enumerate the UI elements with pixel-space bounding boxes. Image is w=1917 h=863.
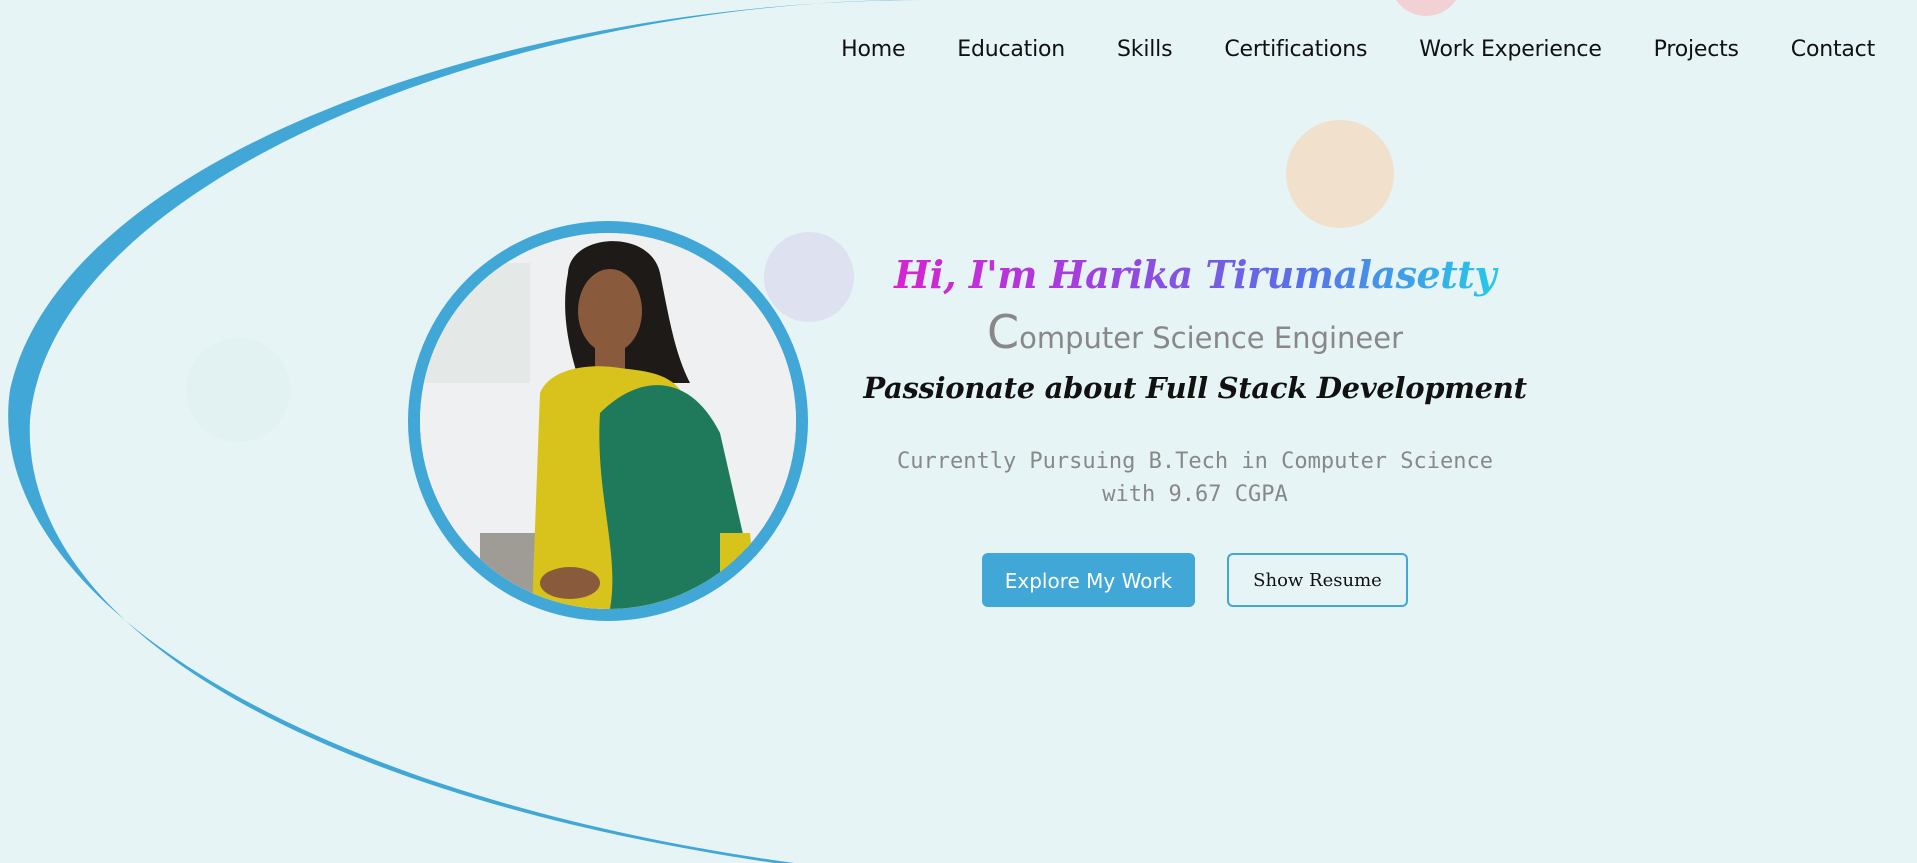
nav-item-home[interactable]: Home	[841, 36, 905, 64]
bubble-lavender	[764, 232, 854, 322]
top-navigation: Home Education Skills Certifications Wor…	[841, 36, 1875, 64]
hero-section: Hi, I'm Harika Tirumalasetty Computer Sc…	[860, 240, 1530, 607]
role-title-initial: C	[986, 305, 1020, 359]
nav-item-work-experience[interactable]: Work Experience	[1419, 36, 1602, 64]
role-title-rest: omputer Science Engineer	[1019, 321, 1404, 355]
nav-item-projects[interactable]: Projects	[1654, 36, 1739, 64]
nav-item-skills[interactable]: Skills	[1117, 36, 1173, 64]
person-illustration	[420, 233, 796, 609]
role-title: Computer Science Engineer	[860, 309, 1530, 363]
bubble-faint	[186, 338, 290, 442]
nav-item-certifications[interactable]: Certifications	[1224, 36, 1367, 64]
bubble-pink	[1396, 0, 1456, 16]
education-status: Currently Pursuing B.Tech in Computer Sc…	[896, 449, 1494, 507]
explore-my-work-button[interactable]: Explore My Work	[982, 553, 1195, 607]
nav-item-education[interactable]: Education	[957, 36, 1065, 64]
nav-item-contact[interactable]: Contact	[1791, 36, 1875, 64]
profile-photo-frame	[408, 221, 808, 621]
profile-photo	[420, 233, 796, 609]
greeting-heading: Hi, I'm Harika Tirumalasetty	[860, 240, 1530, 310]
bubble-peach	[1286, 120, 1394, 228]
hero-buttons: Explore My Work Show Resume	[860, 553, 1530, 607]
show-resume-button[interactable]: Show Resume	[1227, 553, 1408, 607]
tagline: Passionate about Full Stack Development	[863, 371, 1527, 405]
